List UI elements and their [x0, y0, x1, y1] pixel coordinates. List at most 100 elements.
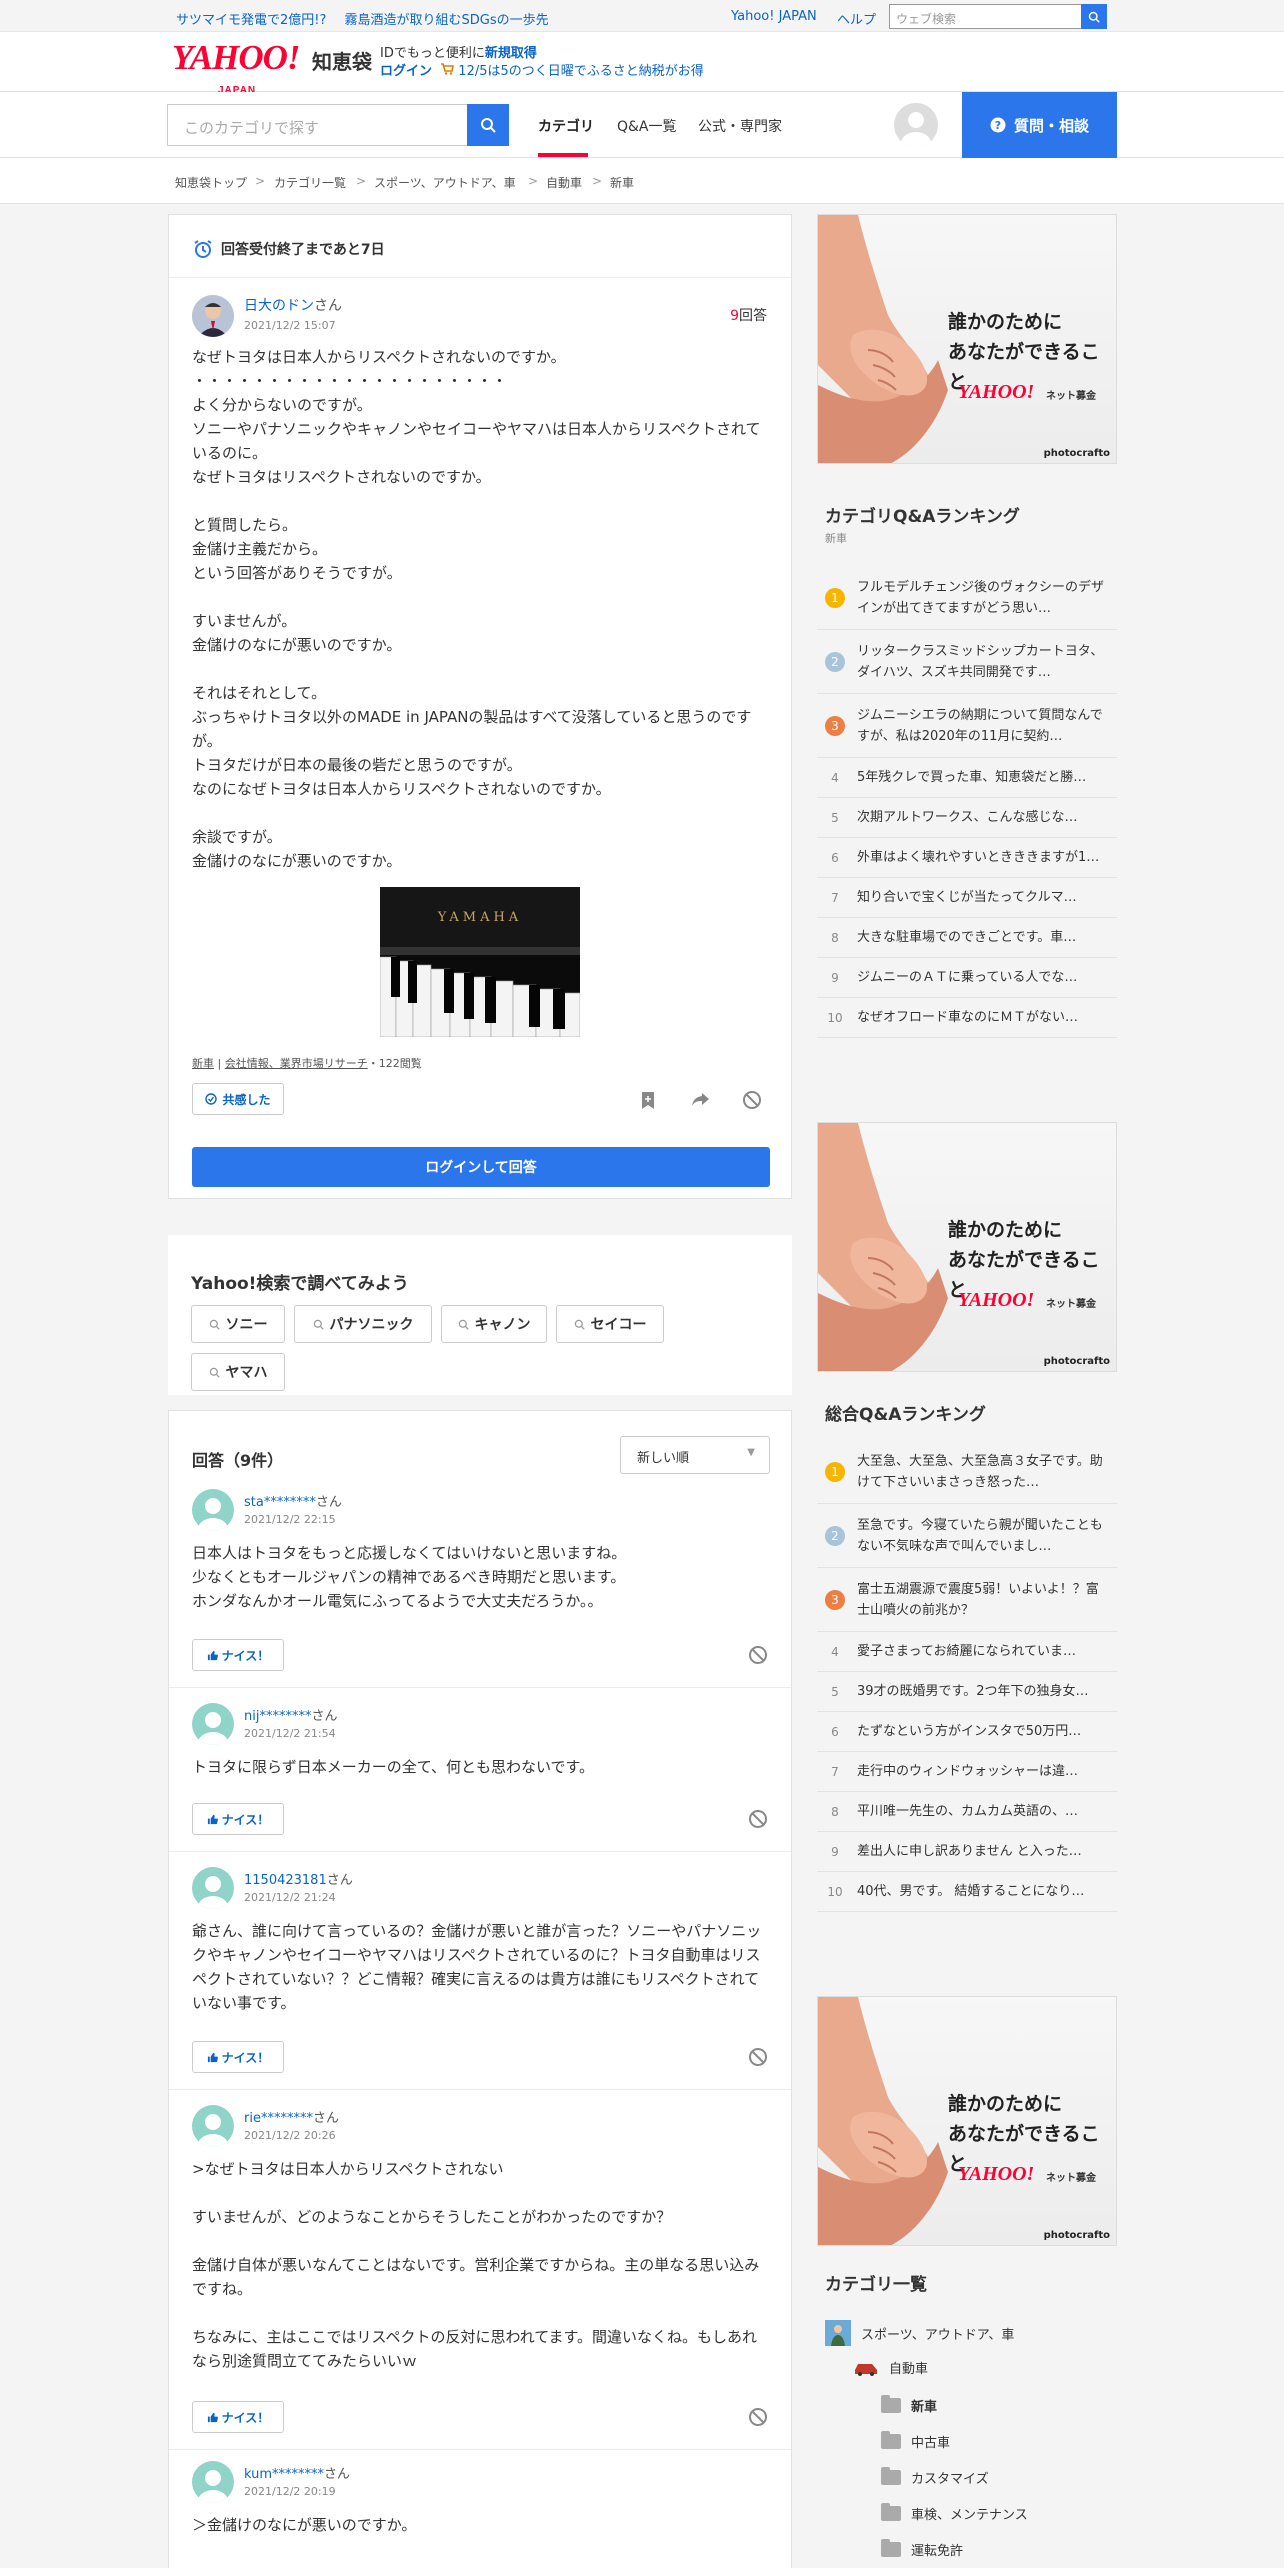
ranking-item[interactable]: 2 リッタークラスミッドシップカートヨタ、ダイハツ、スズキ共同開発です…: [817, 630, 1117, 694]
question-image[interactable]: YAMAHA: [380, 887, 580, 1037]
category-item[interactable]: スポーツ、アウトドア、車: [825, 2320, 1014, 2346]
ranking-item[interactable]: 3 富士五湖震源で震度5弱！いよいよ！？富士山噴火の前兆か？: [817, 1568, 1117, 1632]
tag-link[interactable]: 会社情報、業界市場リサーチ: [225, 1057, 368, 1070]
share-button[interactable]: [689, 1089, 711, 1111]
category-search-input[interactable]: このカテゴリで探す: [167, 104, 467, 146]
answerer-name[interactable]: rie********さん: [244, 2107, 339, 2126]
yahoo-japan-link[interactable]: Yahoo! JAPAN: [731, 9, 817, 24]
search-chip[interactable]: ソニー: [191, 1305, 285, 1343]
ranking-item[interactable]: 7 走行中のウィンドウォッシャーは違…: [817, 1752, 1117, 1792]
ad-service: ネット募金: [1046, 1299, 1096, 1310]
nice-button[interactable]: ナイス！: [192, 2041, 284, 2073]
answerer-avatar[interactable]: [192, 1489, 234, 1531]
block-button[interactable]: [747, 2406, 769, 2428]
ranking-item[interactable]: 10 なぜオフロード車なのにＭＴがない…: [817, 998, 1117, 1038]
nice-button[interactable]: ナイス！: [192, 2401, 284, 2433]
top-promo-link[interactable]: 霧島酒造が取り組むSDGsの一歩先: [345, 13, 549, 28]
furusato-link[interactable]: 12/5は5のつく日曜でふるさと納税がお得: [458, 64, 703, 79]
answerer-avatar[interactable]: [192, 1867, 234, 1909]
login-to-answer-button[interactable]: ログインして回答: [192, 1147, 770, 1187]
breadcrumb-item[interactable]: 知恵袋トップ: [175, 174, 247, 191]
answers-title: 回答（9件）: [192, 1451, 284, 1470]
ranking-item[interactable]: 4 5年残クレで買った車、知恵袋だと勝…: [817, 758, 1117, 798]
donation-ad[interactable]: 誰かのために あなたができること YAHOO! ネット募金 photocrafto: [817, 1996, 1117, 2246]
ranking-item[interactable]: 8 大きな駐車場でのできごとです。車…: [817, 918, 1117, 958]
bookmark-button[interactable]: [637, 1089, 659, 1111]
donation-ad[interactable]: 誰かのために あなたができること YAHOO! ネット募金 photocrafto: [817, 1122, 1117, 1372]
top-promo-link[interactable]: サツマイモ発電で2億円!?: [176, 13, 326, 28]
ranking-item[interactable]: 1 フルモデルチェンジ後のヴォクシーのデザインが出てきてますがどう思い…: [817, 566, 1117, 630]
breadcrumb-item[interactable]: スポーツ、アウトドア、車: [374, 174, 516, 191]
answer-text: >なぜトヨタは日本人からリスペクトされない すいませんが、どのようなことからそう…: [192, 2160, 760, 2370]
answerer-name[interactable]: nij********さん: [244, 1705, 337, 1724]
category-search-button[interactable]: [467, 104, 509, 146]
answer-text: トヨタに限らず日本メーカーの全て、何とも思わないです。: [192, 1758, 595, 1776]
category-item-current[interactable]: 新車: [881, 2395, 937, 2415]
category-item[interactable]: 運転免許: [881, 2539, 963, 2559]
ranking-item[interactable]: 4 愛子さまってお綺麗になられていま…: [817, 1632, 1117, 1672]
answer-date: 2021/12/2 20:26: [244, 2129, 336, 2142]
tab-qa-list[interactable]: Q&A一覧: [617, 116, 677, 136]
donation-ad[interactable]: 誰かのために あなたができること YAHOO! ネット募金 photocrafto: [817, 214, 1117, 464]
asker-avatar[interactable]: [192, 295, 234, 337]
category-item[interactable]: 自動車: [853, 2358, 928, 2377]
nice-button[interactable]: ナイス！: [192, 1803, 284, 1835]
answerer-name[interactable]: kum********さん: [244, 2463, 350, 2482]
ranking-item[interactable]: 6 外車はよく壊れやすいときききますが1…: [817, 838, 1117, 878]
answerer-avatar[interactable]: [192, 2461, 234, 2503]
ranking-item[interactable]: 8 平川唯一先生の、カムカム英語の、…: [817, 1792, 1117, 1832]
search-chip[interactable]: キャノン: [441, 1305, 547, 1343]
breadcrumb-item[interactable]: カテゴリ一覧: [274, 174, 346, 191]
web-search-button[interactable]: [1081, 4, 1107, 29]
yahoo-logo[interactable]: YAHOO! JAPAN: [172, 40, 301, 97]
top-promo[interactable]: サツマイモ発電で2億円!? 霧島酒造が取り組むSDGsの一歩先: [176, 9, 563, 28]
user-icon: [198, 1498, 228, 1531]
ranking-item[interactable]: 2 至急です。今寝ていたら親が聞いたこともない不気味な声で叫んでいまし…: [817, 1504, 1117, 1568]
empathy-button[interactable]: 共感した: [192, 1083, 284, 1115]
breadcrumb-item-current[interactable]: 新車: [610, 174, 634, 191]
ranking-item[interactable]: 9 ジムニーのＡＴに乗っている人でな…: [817, 958, 1117, 998]
signup-link[interactable]: 新規取得: [485, 46, 537, 61]
user-avatar[interactable]: [894, 103, 938, 147]
ad-credit: photocrafto: [1043, 2230, 1110, 2241]
ask-question-button[interactable]: ? 質問・相談: [962, 92, 1117, 158]
block-button[interactable]: [747, 1644, 769, 1666]
help-link[interactable]: ヘルプ: [837, 9, 876, 28]
question-body: なぜトヨタは日本人からリスペクトされないのですか。 ・・・・・・・・・・・・・・…: [192, 348, 761, 870]
category-item[interactable]: 車検、メンテナンス: [881, 2503, 1028, 2523]
ranking-item[interactable]: 5 次期アルトワークス、こんな感じな…: [817, 798, 1117, 838]
block-button[interactable]: [741, 1089, 763, 1111]
ranking-item[interactable]: 6 たずなという方がインスタで50万円…: [817, 1712, 1117, 1752]
sort-select[interactable]: 新しい順 ▼: [620, 1436, 770, 1474]
category-item[interactable]: カスタマイズ: [881, 2467, 989, 2487]
ranking-item[interactable]: 1 大至急、大至急、大至急高３女子です。助けて下さいいまさっき怒った…: [817, 1440, 1117, 1504]
search-chip[interactable]: パナソニック: [294, 1305, 432, 1343]
answerer-name[interactable]: 1150423181さん: [244, 1869, 353, 1888]
tag-link[interactable]: 新車: [192, 1057, 214, 1070]
ranking-item[interactable]: 3 ジムニーシエラの納期について質問なんですが、私は2020年の11月に契約…: [817, 694, 1117, 758]
nice-button[interactable]: ナイス！: [192, 1639, 284, 1671]
answerer-name[interactable]: sta********さん: [244, 1491, 342, 1510]
ranking-item[interactable]: 10 40代、男です。 結婚することになり…: [817, 1872, 1117, 1912]
block-button[interactable]: [747, 1808, 769, 1830]
tab-official-experts[interactable]: 公式・専門家: [698, 116, 782, 136]
login-link[interactable]: ログイン: [380, 64, 432, 79]
ranking-item[interactable]: 9 差出人に申し訳ありません と入った…: [817, 1832, 1117, 1872]
ranking-item[interactable]: 5 39才の既婚男です。2つ年下の独身女…: [817, 1672, 1117, 1712]
search-chip[interactable]: ヤマハ: [191, 1353, 285, 1391]
ad-service: ネット募金: [1046, 2173, 1096, 2184]
tab-category[interactable]: カテゴリ: [538, 116, 594, 136]
svg-text:YAMAHA: YAMAHA: [437, 910, 522, 925]
category-item[interactable]: 中古車: [881, 2431, 950, 2451]
ranking-item[interactable]: 7 知り合いで宝くじが当たってクルマ…: [817, 878, 1117, 918]
thumbs-up-icon: [207, 2412, 218, 2422]
answer-text: ＞金儲けのなにが悪いのですか。: [192, 2516, 417, 2534]
chiebukuro-title[interactable]: 知恵袋: [312, 46, 372, 75]
answerer-avatar[interactable]: [192, 1703, 234, 1745]
web-search-input[interactable]: ウェブ検索: [889, 4, 1107, 29]
asker-name[interactable]: 日大のドンさん: [244, 295, 342, 315]
breadcrumb-item[interactable]: 自動車: [546, 174, 582, 191]
answerer-avatar[interactable]: [192, 2105, 234, 2147]
search-chip[interactable]: セイコー: [556, 1305, 664, 1343]
block-button[interactable]: [747, 2046, 769, 2068]
